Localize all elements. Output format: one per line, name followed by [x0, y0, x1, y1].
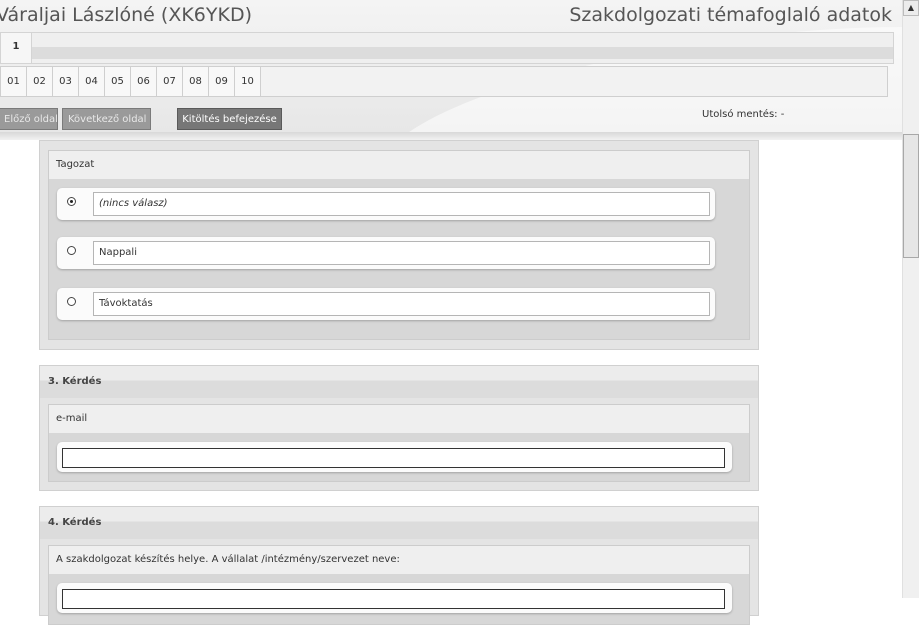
- question-label-bar: Tagozat: [49, 151, 749, 179]
- question-nav-item[interactable]: 01: [1, 67, 27, 96]
- page-tabs: 1: [0, 32, 894, 64]
- question-nav-item[interactable]: 02: [27, 67, 53, 96]
- question-tagozat: Tagozat (nincs válasz) Nappali Távoktatá…: [39, 140, 759, 350]
- up-arrow-icon[interactable]: ▲: [903, 0, 919, 16]
- question-label: Tagozat: [56, 159, 95, 170]
- scrollbar-thumb[interactable]: [903, 134, 919, 258]
- next-page-button[interactable]: Következő oldal: [62, 108, 151, 130]
- question-3-inner: e-mail: [48, 404, 750, 482]
- question-4: 4. Kérdés A szakdolgozat készítés helye.…: [39, 506, 759, 625]
- question-label: e-mail: [56, 413, 88, 424]
- finish-button[interactable]: Kitöltés befejezése: [177, 108, 282, 130]
- question-header: 4. Kérdés: [40, 507, 758, 539]
- option-label: Nappali: [93, 241, 710, 265]
- prev-page-button[interactable]: Előző oldal: [0, 108, 58, 130]
- question-4-inner: A szakdolgozat készítés helye. A vállala…: [48, 545, 750, 625]
- question-number: 4. Kérdés: [48, 517, 102, 528]
- option-row[interactable]: (nincs válasz): [57, 188, 715, 220]
- option-label: Távoktatás: [93, 292, 710, 316]
- text-field-row: [57, 583, 732, 613]
- question-nav-item[interactable]: 03: [53, 67, 79, 96]
- question-label-bar: A szakdolgozat készítés helye. A vállala…: [49, 546, 749, 574]
- option-row[interactable]: Távoktatás: [57, 288, 715, 320]
- radio-option-none[interactable]: [67, 197, 76, 206]
- radio-option-tavoktatas[interactable]: [67, 297, 76, 306]
- question-nav: 01 02 03 04 05 06 07 08 09 10: [0, 66, 888, 97]
- vertical-scrollbar[interactable]: ▲: [902, 0, 919, 598]
- question-nav-item[interactable]: 04: [79, 67, 105, 96]
- text-field-row: [57, 442, 732, 472]
- header: Váraljai Lászlóné (XK6YKD) Szakdolgozati…: [0, 0, 902, 140]
- email-input[interactable]: [62, 448, 725, 468]
- question-nav-item[interactable]: 08: [183, 67, 209, 96]
- header-shadow: [0, 132, 902, 140]
- question-nav-item[interactable]: 06: [131, 67, 157, 96]
- last-save-status: Utolsó mentés: -: [702, 109, 785, 120]
- workplace-input[interactable]: [62, 589, 725, 609]
- question-label-bar: e-mail: [49, 405, 749, 433]
- user-title: Váraljai Lászlóné (XK6YKD): [0, 4, 252, 26]
- option-label: (nincs válasz): [93, 192, 710, 216]
- question-label: A szakdolgozat készítés helye. A vállala…: [56, 554, 400, 565]
- question-nav-item[interactable]: 10: [235, 67, 261, 96]
- question-3: 3. Kérdés e-mail: [39, 365, 759, 491]
- form-title: Szakdolgozati témafoglaló adatok: [569, 4, 892, 26]
- option-row[interactable]: Nappali: [57, 237, 715, 269]
- page-tabs-strip: [1, 47, 893, 59]
- question-header: 3. Kérdés: [40, 366, 758, 398]
- question-nav-item[interactable]: 05: [105, 67, 131, 96]
- question-nav-item[interactable]: 07: [157, 67, 183, 96]
- question-nav-item[interactable]: 09: [209, 67, 235, 96]
- question-tagozat-inner: Tagozat (nincs válasz) Nappali Távoktatá…: [48, 150, 750, 340]
- question-number: 3. Kérdés: [48, 376, 102, 387]
- radio-option-nappali[interactable]: [67, 246, 76, 255]
- page-tab-1[interactable]: 1: [1, 33, 32, 63]
